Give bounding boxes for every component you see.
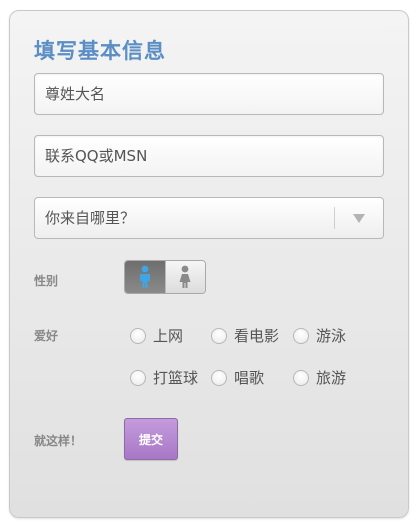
radio-button[interactable] xyxy=(211,369,227,386)
signup-form-card: 填写基本信息 你来自哪里？ 性别 爱好 上网 看电影 游泳 xyxy=(9,10,409,518)
radio-button[interactable] xyxy=(130,369,146,386)
radio-button[interactable] xyxy=(293,369,309,386)
hobby-option[interactable]: 唱歌 xyxy=(211,367,264,388)
gender-female-button[interactable] xyxy=(164,261,205,293)
hobby-option-label: 打篮球 xyxy=(153,369,199,387)
gender-label: 性别 xyxy=(34,274,59,288)
hobby-option-label: 旅游 xyxy=(316,369,347,387)
radio-button[interactable] xyxy=(211,327,227,344)
radio-button[interactable] xyxy=(130,327,146,344)
hobby-option[interactable]: 看电影 xyxy=(211,325,279,346)
submit-label: 就这样！ xyxy=(34,434,83,448)
chevron-down-icon[interactable] xyxy=(353,214,365,223)
hobby-option-label: 看电影 xyxy=(234,327,280,345)
hobby-option[interactable]: 打篮球 xyxy=(130,367,198,388)
hobby-label: 爱好 xyxy=(34,329,59,343)
hobby-option-label: 游泳 xyxy=(316,327,347,345)
hobby-option[interactable]: 上网 xyxy=(130,325,183,346)
hobby-option[interactable]: 旅游 xyxy=(293,367,346,388)
name-input[interactable] xyxy=(34,73,384,115)
form-title: 填写基本信息 xyxy=(34,39,166,63)
hobby-option[interactable]: 游泳 xyxy=(293,325,346,346)
gender-toggle[interactable] xyxy=(124,260,206,294)
hobby-option-label: 唱歌 xyxy=(234,369,265,387)
radio-button[interactable] xyxy=(293,327,309,344)
select-divider xyxy=(334,207,335,229)
origin-select-value: 你来自哪里？ xyxy=(45,209,136,227)
gender-male-button[interactable] xyxy=(125,261,165,293)
origin-select[interactable]: 你来自哪里？ xyxy=(34,197,384,239)
submit-button[interactable]: 提交 xyxy=(124,418,178,460)
contact-input[interactable] xyxy=(34,135,384,177)
male-icon xyxy=(139,265,150,288)
female-icon xyxy=(179,265,191,288)
hobby-option-label: 上网 xyxy=(153,327,184,345)
